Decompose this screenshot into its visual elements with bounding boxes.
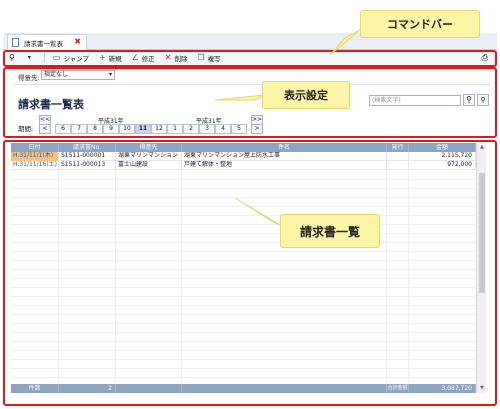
tab-title: 請求書一覧表 bbox=[24, 39, 63, 48]
search-icon: ⚲ bbox=[9, 53, 15, 62]
page-title: 請求書一覧表 bbox=[18, 98, 84, 111]
jump-button[interactable]: ▭ ジャンプ bbox=[52, 53, 89, 64]
delete-button[interactable]: ✕ 削除 bbox=[164, 53, 188, 64]
month-12[interactable]: 12 bbox=[151, 124, 167, 134]
month-6[interactable]: 6 bbox=[55, 124, 71, 134]
chevron-down-icon: ▾ bbox=[27, 54, 31, 61]
print-button[interactable]: ⎙ bbox=[482, 54, 491, 62]
col-subject[interactable]: 件名 bbox=[182, 143, 387, 152]
copy-button[interactable]: ❐ 複写 bbox=[197, 53, 221, 64]
cell-issued bbox=[387, 152, 409, 161]
callout-display-settings: 表示設定 bbox=[262, 81, 350, 109]
scroll-down-icon[interactable]: ▼ bbox=[477, 384, 487, 393]
customer-select[interactable]: 指定なし ▾ bbox=[41, 70, 115, 80]
count-value: 2 bbox=[59, 384, 116, 393]
table-row[interactable]: H.31/11/1(木) S1511-000001 湖東マリンマンション 湖東マ… bbox=[11, 152, 476, 161]
new-label: 新規 bbox=[108, 55, 122, 63]
document-icon bbox=[12, 38, 19, 47]
cell-date: H.31/11/1(木) bbox=[11, 152, 59, 161]
month-2[interactable]: 2 bbox=[183, 124, 199, 134]
callout-invoice-list: 請求書一覧 bbox=[280, 214, 380, 248]
month-3[interactable]: 3 bbox=[199, 124, 215, 134]
total-value: 3,087,720 bbox=[409, 384, 476, 393]
cell-invoice-no: S1511-000001 bbox=[59, 152, 116, 161]
vertical-scrollbar[interactable]: ▲ ▼ bbox=[476, 143, 486, 393]
search-submit-button[interactable]: ⚲ bbox=[463, 94, 475, 106]
total-label: 合計金額 bbox=[387, 384, 409, 393]
search-icon: ⚲ bbox=[466, 95, 472, 104]
display-settings: 得意先: 指定なし ▾ 請求書一覧表 (検索文字) ⚲ ⚲ 期間: << < 平… bbox=[3, 66, 497, 138]
copy-label: 複写 bbox=[207, 55, 221, 63]
col-issued[interactable]: 発行 bbox=[387, 143, 409, 152]
prev-month-button[interactable]: < bbox=[39, 124, 51, 134]
footer-empty bbox=[182, 384, 387, 393]
count-label: 件数 bbox=[11, 384, 59, 393]
edit-icon: ∠ bbox=[131, 53, 139, 62]
col-amount[interactable]: 金額 bbox=[409, 143, 476, 152]
edit-label: 修正 bbox=[141, 55, 155, 63]
footer-empty bbox=[116, 384, 182, 393]
jump-label: ジャンプ bbox=[63, 55, 89, 63]
col-date[interactable]: 日付 bbox=[11, 143, 59, 152]
cell-issued bbox=[387, 161, 409, 170]
copy-icon: ❐ bbox=[197, 53, 205, 62]
add-icon: + bbox=[98, 53, 106, 62]
cell-amount: 2,115,720 bbox=[409, 152, 476, 161]
search-clear-button[interactable]: ⚲ bbox=[477, 94, 489, 106]
customer-label: 得意先: bbox=[18, 74, 40, 82]
month-selector: 6 7 8 9 10 11 12 1 2 3 4 5 bbox=[55, 124, 247, 134]
callout-command-bar: コマンドバー bbox=[360, 10, 480, 38]
cell-subject: 戸建て解体・整地 bbox=[182, 161, 387, 170]
command-bar: ⚲ ▾ ▭ ジャンプ + 新規 ∠ 修正 ✕ 削除 ❐ 複写 ⎙ bbox=[3, 51, 497, 66]
month-11[interactable]: 11 bbox=[135, 124, 151, 134]
app-window: 請求書一覧表 ✖ ⚲ ▾ ▭ ジャンプ + 新規 ∠ 修正 ✕ 削除 ❐ 複写 ⎙ 得意先… bbox=[0, 0, 500, 409]
cell-invoice-no: S1511-000013 bbox=[59, 161, 116, 170]
close-icon[interactable]: ✖ bbox=[74, 37, 81, 46]
next-month-button[interactable]: > bbox=[251, 124, 263, 134]
cell-amount: 972,000 bbox=[409, 161, 476, 170]
search-dropdown-button[interactable]: ▾ bbox=[28, 54, 34, 62]
delete-icon: ✕ bbox=[164, 53, 172, 62]
col-invoice-no[interactable]: 請求書No. bbox=[59, 143, 116, 152]
jump-icon: ▭ bbox=[52, 53, 61, 62]
column-lines bbox=[11, 171, 476, 383]
edit-button[interactable]: ∠ 修正 bbox=[131, 53, 155, 64]
table-row[interactable]: H.31/11/16(土) S1511-000013 富士山建設 戸建て解体・整… bbox=[11, 161, 476, 170]
toolbar-divider bbox=[43, 53, 45, 63]
col-customer[interactable]: 得意先 bbox=[116, 143, 182, 152]
search-button[interactable]: ⚲ bbox=[9, 54, 18, 62]
chevron-down-icon: ▾ bbox=[108, 71, 112, 78]
divider bbox=[13, 84, 491, 85]
month-8[interactable]: 8 bbox=[87, 124, 103, 134]
scroll-up-icon[interactable]: ▲ bbox=[477, 143, 487, 152]
tab-invoice-list[interactable]: 請求書一覧表 ✖ bbox=[7, 34, 87, 50]
cell-customer: 湖東マリンマンション bbox=[116, 152, 182, 161]
invoice-list-grid: 日付 請求書No. 得意先 件名 発行 金額 H.31/11/1(木) S151… bbox=[3, 140, 497, 396]
period-label: 期間: bbox=[18, 125, 34, 133]
month-1[interactable]: 1 bbox=[167, 124, 183, 134]
month-4[interactable]: 4 bbox=[215, 124, 231, 134]
table-header: 日付 請求書No. 得意先 件名 発行 金額 bbox=[11, 143, 476, 152]
month-9[interactable]: 9 bbox=[103, 124, 119, 134]
month-5[interactable]: 5 bbox=[231, 124, 247, 134]
customer-select-value: 指定なし bbox=[44, 71, 69, 78]
print-icon: ⎙ bbox=[481, 53, 488, 62]
cell-date: H.31/11/16(土) bbox=[11, 161, 59, 170]
new-button[interactable]: + 新規 bbox=[98, 53, 122, 64]
month-10[interactable]: 10 bbox=[119, 124, 135, 134]
month-7[interactable]: 7 bbox=[71, 124, 87, 134]
cell-subject: 湖東マリンマンション屋上防水工事 bbox=[182, 152, 387, 161]
table-footer: 件数 2 合計金額 3,087,720 bbox=[11, 384, 476, 393]
clear-search-icon: ⚲ bbox=[480, 96, 486, 104]
cell-customer: 富士山建設 bbox=[116, 161, 182, 170]
delete-label: 削除 bbox=[174, 55, 188, 63]
search-input[interactable]: (検索文字) bbox=[369, 95, 461, 106]
scroll-thumb[interactable] bbox=[479, 173, 485, 293]
